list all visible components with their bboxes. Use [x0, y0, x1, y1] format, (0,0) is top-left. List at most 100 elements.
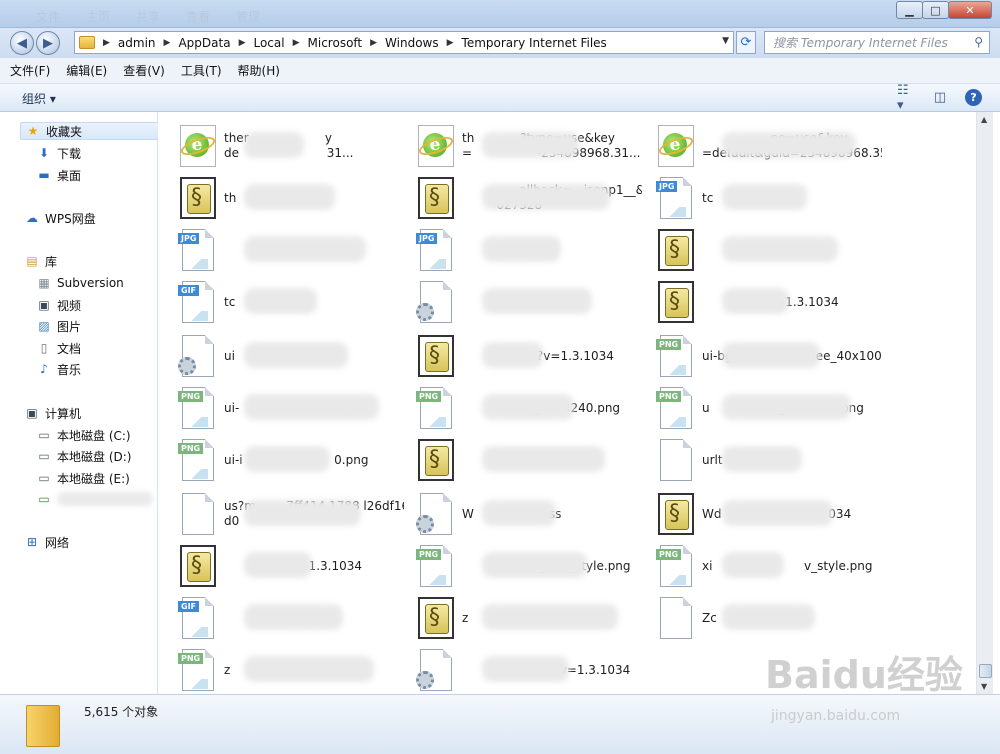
breadcrumb-item[interactable]: Microsoft: [308, 36, 363, 50]
sidebar-item-wps[interactable]: ☁ WPS网盘: [24, 209, 96, 227]
address-bar[interactable]: ▶ admin ▶ AppData ▶ Local ▶ Microsoft ▶ Windo…: [74, 31, 734, 54]
file-item[interactable]: v=1.3.1034: [416, 436, 644, 484]
view-options-icon[interactable]: ☷ ▾: [897, 83, 915, 113]
forward-button[interactable]: ▶: [36, 31, 60, 55]
png-file-icon: PNG: [416, 385, 456, 431]
file-item[interactable]: PNG ui-i 0.png: [178, 436, 406, 484]
sidebar-item-disk-d[interactable]: ▭ 本地磁盘 (D:): [36, 447, 131, 465]
menu-file[interactable]: 文件(F): [10, 62, 50, 79]
file-item[interactable]: eth ?type=use&key = -234898968.31...: [416, 122, 644, 170]
file-item[interactable]: us?m 7ff414 1788 l26df164bf d0: [178, 490, 406, 538]
sidebar-item-network-drive[interactable]: ▭: [36, 490, 153, 508]
png-file-icon: PNG: [656, 543, 696, 589]
menu-bar: 文件(F) 编辑(E) 查看(V) 工具(T) 帮助(H): [0, 58, 1000, 84]
sidebar-item-disk-e[interactable]: ▭ 本地磁盘 (E:): [36, 469, 129, 487]
ghost-tab: 管理: [236, 10, 261, 24]
redacted-label: [57, 492, 153, 506]
file-item[interactable]: =1.3.1034: [416, 278, 644, 326]
file-item[interactable]: 3.1034: [656, 226, 884, 274]
file-item[interactable]: JPG: [178, 226, 406, 274]
close-button[interactable]: ✕: [948, 1, 992, 19]
redaction-blur: [244, 184, 335, 210]
menu-tools[interactable]: 工具(T): [181, 62, 222, 79]
sidebar-item-music[interactable]: ♪ 音乐: [36, 360, 81, 378]
minimize-button[interactable]: ▁: [896, 1, 923, 19]
file-item[interactable]: th: [178, 174, 406, 222]
file-item[interactable]: PNGu _256x240.png: [656, 384, 884, 432]
menu-view[interactable]: 查看(V): [123, 62, 165, 79]
blank-file-icon: [656, 595, 696, 641]
back-button[interactable]: ◀: [10, 31, 34, 55]
sidebar-item-desktop[interactable]: ▬ 桌面: [36, 166, 81, 184]
redaction-blur: [244, 656, 374, 682]
breadcrumb-item[interactable]: Local: [253, 36, 284, 50]
sidebar-item-network[interactable]: ⊞ 网络: [24, 533, 69, 551]
menu-edit[interactable]: 编辑(E): [66, 62, 107, 79]
config-file-icon: [416, 279, 456, 325]
file-item[interactable]: Wd .3.1034: [656, 490, 884, 538]
sidebar-item-videos[interactable]: ▣ 视频: [36, 296, 81, 314]
file-item[interactable]: s?v=1.3.1034: [416, 332, 644, 380]
file-item[interactable]: urlt n: [656, 436, 884, 484]
file-item[interactable]: Zc: [656, 594, 884, 642]
file-item[interactable]: PNG 5_new_style.png: [416, 542, 644, 590]
file-item[interactable]: z s: [416, 594, 644, 642]
breadcrumb-item[interactable]: AppData: [178, 36, 230, 50]
help-icon[interactable]: ?: [965, 89, 982, 106]
breadcrumb-item[interactable]: Temporary Internet Files: [462, 36, 607, 50]
file-item[interactable]: ui 4: [178, 332, 406, 380]
sidebar-item-documents[interactable]: ▯ 文档: [36, 339, 81, 357]
breadcrumb-item[interactable]: admin: [118, 36, 156, 50]
search-icon[interactable]: ⚲: [974, 35, 983, 49]
sidebar-item-disk-c[interactable]: ▭ 本地磁盘 (C:): [36, 426, 130, 444]
item-count: 5,615 个对象: [84, 705, 159, 719]
sidebar-item-label: Subversion: [57, 276, 124, 290]
sidebar-item-label: 桌面: [57, 168, 82, 183]
script-file-icon: [416, 437, 456, 483]
vertical-scrollbar[interactable]: ▲ ▼: [976, 112, 993, 694]
breadcrumb-item[interactable]: Windows: [385, 36, 439, 50]
preview-pane-icon[interactable]: ◫: [931, 90, 949, 106]
search-input[interactable]: 搜索 Temporary Internet Files ⚲: [764, 31, 990, 54]
sidebar-item-subversion[interactable]: ▦ Subversion: [36, 274, 124, 292]
organize-button[interactable]: 组织 ▾: [22, 90, 56, 107]
file-item[interactable]: W er.css: [416, 490, 644, 538]
sidebar-item-computer[interactable]: ▣ 计算机: [24, 404, 81, 422]
sidebar-item-downloads[interactable]: ⬇ 下载: [36, 144, 81, 162]
file-item[interactable]: GIF tc: [178, 278, 406, 326]
file-item[interactable]: PNG xi v_style.png: [656, 542, 884, 590]
file-item[interactable]: JPG tc: [656, 174, 884, 222]
sidebar-item-library[interactable]: ▤ 库: [24, 252, 57, 270]
chevron-down-icon[interactable]: ▼: [722, 36, 729, 46]
file-grid: ether y de 31...eth ?type=use&key = -234…: [158, 112, 976, 694]
file-item[interactable]: e ther y de 31...: [178, 122, 406, 170]
file-item[interactable]: allback=__jsonp1__& 027328: [416, 174, 644, 222]
file-item[interactable]: s?v=1.3.1034: [656, 278, 884, 326]
file-item[interactable]: GIF ding2.gif: [178, 594, 406, 642]
file-item[interactable]: PNGui- png: [178, 384, 406, 432]
command-bar: 组织 ▾ ☷ ▾ ◫ ?: [0, 83, 1000, 113]
maximize-button[interactable]: □: [922, 1, 949, 19]
file-item[interactable]: PNGz png: [178, 646, 406, 694]
file-item[interactable]: ?v=1.3.1034: [178, 542, 406, 590]
script-file-icon: [178, 175, 218, 221]
file-item[interactable]: JPG .jpg: [416, 226, 644, 274]
file-item[interactable]: e pe=use&key =default&guid=234898968.35.…: [656, 122, 884, 170]
menu-help[interactable]: 帮助(H): [238, 62, 280, 79]
refresh-icon: ⟳: [740, 35, 752, 50]
title-bar: 文件 主页 共享 查看 管理 ▁ □ ✕: [0, 0, 1000, 28]
refresh-button[interactable]: ⟳: [736, 31, 756, 54]
file-item[interactable]: PNGui-bg eeeee_40x100.png: [656, 332, 884, 380]
ie-document-icon: e: [178, 123, 218, 169]
sidebar-item-label: 文档: [57, 341, 82, 356]
png-file-icon: PNG: [416, 543, 456, 589]
file-item[interactable]: PNG _256x240.png: [416, 384, 644, 432]
star-icon: ★: [27, 124, 39, 138]
scroll-up-icon[interactable]: ▲: [981, 115, 987, 124]
redaction-blur: [482, 132, 579, 158]
file-item[interactable]: e.css?v=1.3.1034: [416, 646, 644, 694]
gif-file-icon: GIF: [178, 279, 218, 325]
sidebar-item-pictures[interactable]: ▨ 图片: [36, 317, 81, 335]
sidebar-item-favorites[interactable]: ★ 收藏夹: [20, 122, 160, 140]
watermark: Baidu经验 jingyan.baidu.com: [765, 644, 990, 734]
